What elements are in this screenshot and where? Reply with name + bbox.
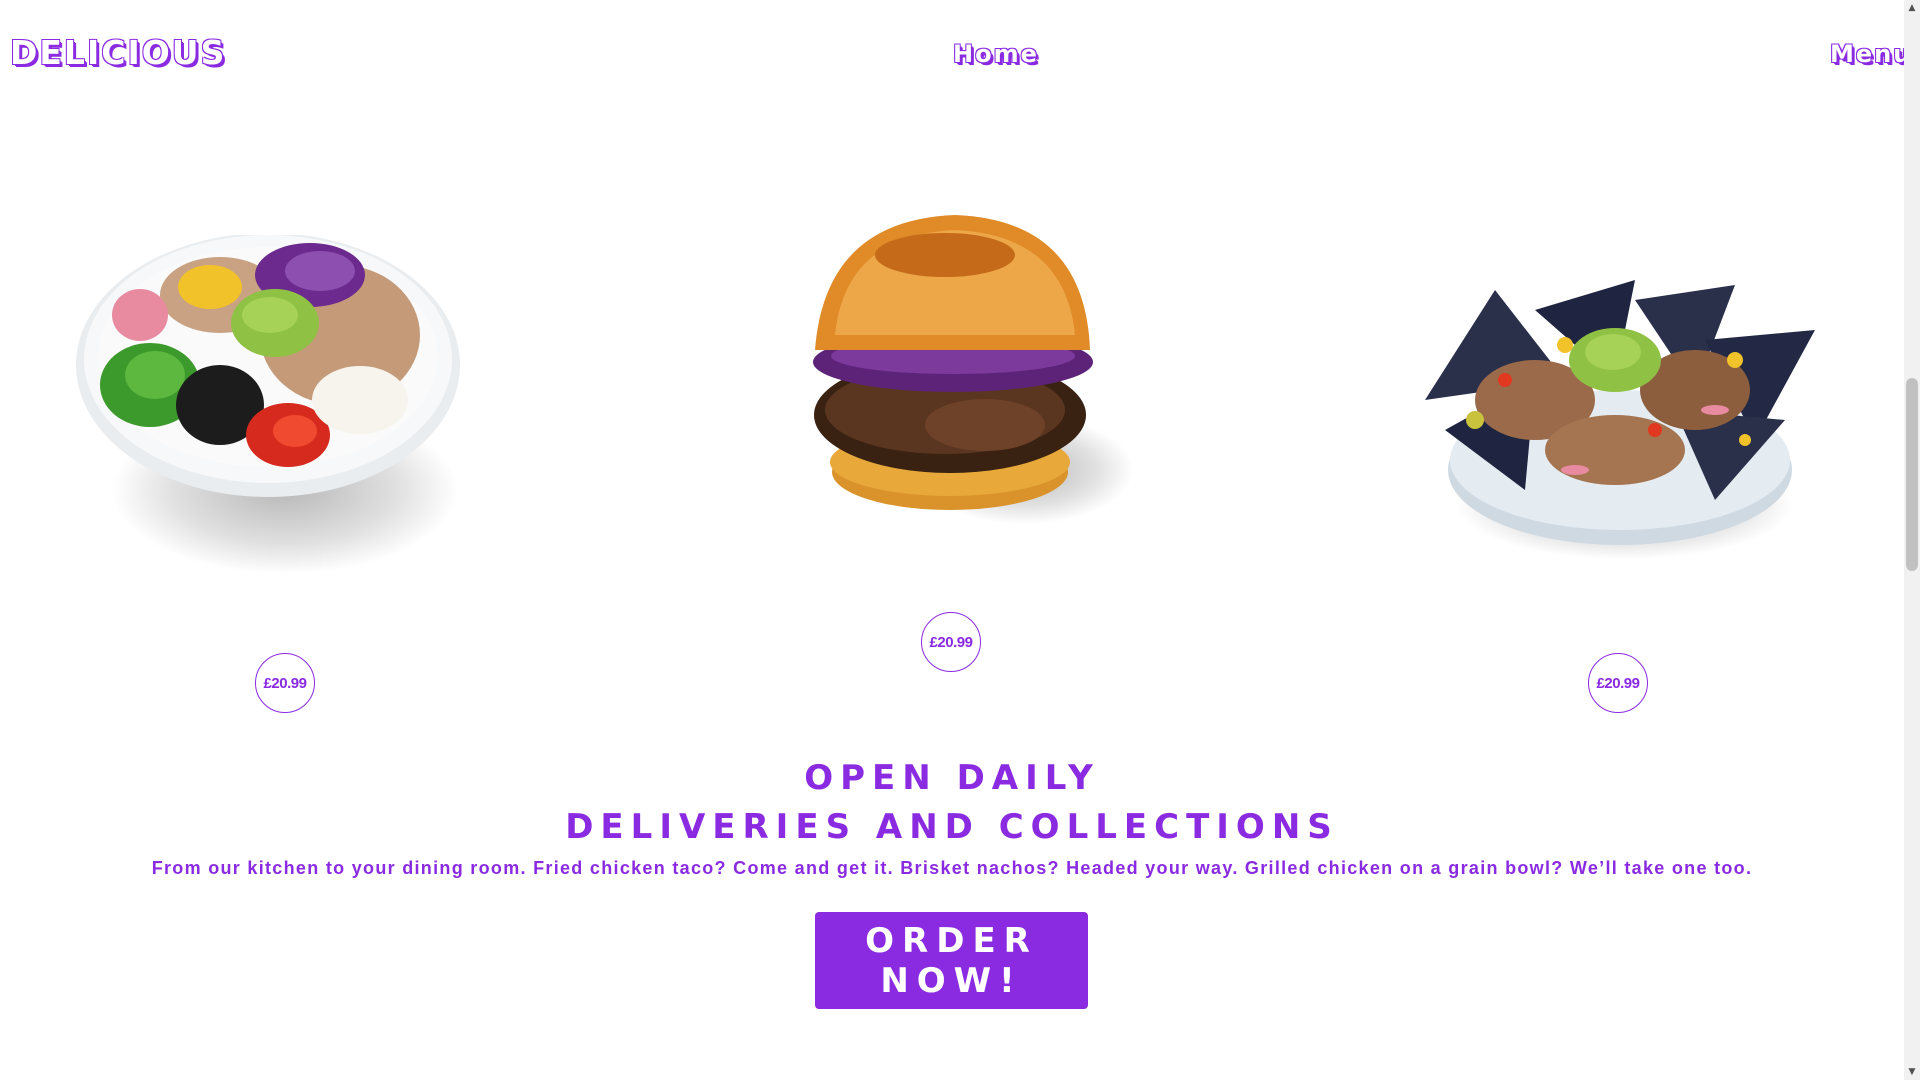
- price-badge[interactable]: £20.99: [921, 612, 981, 672]
- burger-image: [813, 215, 1093, 510]
- page: DELICIOUS Home Menu £20.99 £20.99 £20.99…: [0, 0, 1904, 1080]
- scrollbar-thumb[interactable]: [1906, 378, 1918, 571]
- top-nav: DELICIOUS Home Menu: [0, 0, 1904, 110]
- open-daily-heading: OPEN DAILY: [804, 758, 1100, 798]
- description-text: From our kitchen to your dining room. Fr…: [151, 858, 1753, 878]
- triangle-up-icon[interactable]: ▲: [1904, 0, 1920, 16]
- product-brisket-burger[interactable]: [795, 210, 1165, 535]
- triangle-down-icon[interactable]: ▼: [1904, 1064, 1920, 1080]
- grain-bowl-image: [76, 235, 460, 497]
- price-badge[interactable]: £20.99: [1588, 653, 1648, 713]
- product-grain-bowl[interactable]: [70, 235, 470, 595]
- nav-menu-link[interactable]: Menu: [1830, 40, 1904, 68]
- site-logo[interactable]: DELICIOUS: [10, 33, 226, 72]
- order-now-button[interactable]: ORDER NOW!: [815, 912, 1088, 1009]
- nav-home-link[interactable]: Home: [953, 40, 1039, 68]
- vertical-scrollbar[interactable]: ▲ ▼: [1904, 0, 1920, 1080]
- price-badge[interactable]: £20.99: [255, 653, 315, 713]
- product-brisket-nachos[interactable]: [1415, 270, 1815, 570]
- nachos-image: [1425, 280, 1815, 545]
- deliveries-heading: DELIVERIES AND COLLECTIONS: [565, 807, 1339, 847]
